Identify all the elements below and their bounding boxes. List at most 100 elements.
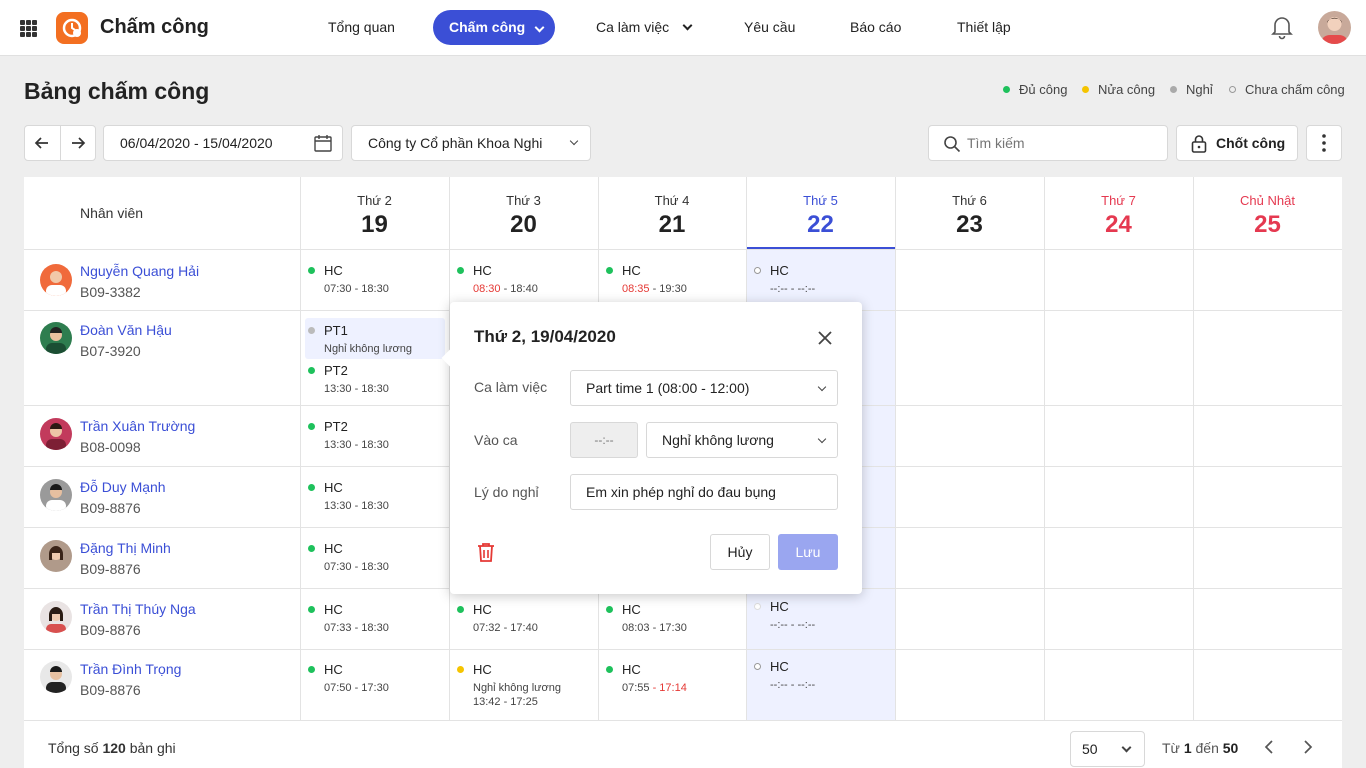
nav-requests[interactable]: Yêu cầu: [744, 10, 795, 45]
half-dot-icon: [457, 666, 464, 673]
shift-code: PT2: [324, 419, 348, 434]
shift-time: 13:42 - 17:25: [473, 696, 538, 708]
date-range-value: 06/04/2020 - 15/04/2020: [120, 135, 273, 151]
checkin-time-input[interactable]: --:--: [570, 422, 638, 458]
full-dot-icon: [308, 545, 315, 552]
prev-page-icon[interactable]: [1262, 739, 1276, 755]
employee-name[interactable]: Trần Thị Thúy Nga: [80, 601, 196, 617]
avatar: [40, 264, 72, 296]
checkin-type-select[interactable]: Nghỉ không lương: [646, 422, 838, 458]
nav-settings[interactable]: Thiết lập: [957, 10, 1011, 45]
day-number: 25: [1254, 211, 1281, 238]
attendance-cell[interactable]: HC 07:30 - 18:30: [308, 263, 389, 295]
nav-shifts-label: Ca làm việc: [596, 19, 670, 35]
more-options-button[interactable]: [1306, 125, 1342, 161]
date-nav-group: [24, 125, 96, 161]
legend-item: Đủ công: [1003, 82, 1067, 97]
attendance-cell[interactable]: HC 08:35 - 19:30: [606, 263, 687, 295]
full-dot-icon: [1003, 86, 1010, 93]
attendance-cell[interactable]: HC --:-- - --:--: [754, 659, 815, 691]
calendar-icon: [314, 135, 332, 152]
search-input[interactable]: [967, 132, 1157, 154]
day-number: 19: [361, 211, 388, 238]
attendance-cell[interactable]: HC 07:32 - 17:40: [457, 602, 538, 634]
nav-shifts[interactable]: Ca làm việc: [596, 10, 693, 45]
shift-select[interactable]: Part time 1 (08:00 - 12:00): [570, 370, 838, 406]
shift-time: 07:30 - 18:30: [324, 283, 389, 295]
total-records: Tổng số 120 bản ghi: [48, 740, 176, 756]
attendance-cell[interactable]: HC 08:30 - 18:40: [457, 263, 538, 295]
close-icon[interactable]: [817, 330, 833, 346]
legend-label: Đủ công: [1019, 82, 1068, 97]
save-button[interactable]: Lưu: [778, 534, 838, 570]
nav-overview[interactable]: Tổng quan: [328, 10, 395, 45]
employee-name[interactable]: Nguyễn Quang Hải: [80, 263, 199, 279]
avatar: [40, 661, 72, 693]
shift-time: 08:03 - 17:30: [622, 622, 687, 634]
shift-code: HC: [324, 541, 343, 556]
app-grid-icon[interactable]: [20, 20, 37, 37]
employee-code: B09-8876: [80, 622, 141, 638]
search-field: [928, 125, 1168, 161]
shift-code: HC: [770, 659, 789, 674]
full-dot-icon: [457, 267, 464, 274]
checkout-time: - 18:40: [500, 283, 538, 295]
next-page-icon[interactable]: [1301, 739, 1315, 755]
chevron-down-icon: [534, 22, 545, 33]
attendance-cell[interactable]: HC --:-- - --:--: [754, 599, 815, 631]
company-select[interactable]: Công ty Cổ phần Khoa Nghi: [351, 125, 591, 161]
off-dot-icon: [1170, 86, 1177, 93]
page-range: Từ 1 đến 50: [1162, 740, 1239, 756]
off-dot-icon: [308, 327, 315, 334]
nav-attendance[interactable]: Chấm công: [433, 10, 556, 45]
cancel-button[interactable]: Hủy: [710, 534, 770, 570]
attendance-cell[interactable]: HC Nghỉ không lương 13:42 - 17:25: [457, 662, 561, 708]
next-period-button[interactable]: [61, 126, 96, 160]
shift-code: HC: [324, 263, 343, 278]
early-checkout-time: - 17:14: [649, 682, 687, 694]
legend-label: Nửa công: [1098, 82, 1156, 97]
date-range-picker[interactable]: 06/04/2020 - 15/04/2020: [103, 125, 343, 161]
lock-attendance-button[interactable]: Chốt công: [1176, 125, 1298, 161]
attendance-cell[interactable]: PT2 13:30 - 18:30: [308, 419, 389, 451]
employee-name[interactable]: Đỗ Duy Mạnh: [80, 479, 166, 495]
day-label: Thứ 3: [506, 193, 541, 208]
employee-column-header: Nhân viên: [80, 205, 144, 221]
prev-period-button[interactable]: [25, 126, 60, 160]
shift-value: Part time 1 (08:00 - 12:00): [586, 380, 750, 396]
attendance-cell[interactable]: HC 07:33 - 18:30: [308, 602, 389, 634]
attendance-cell[interactable]: HC 08:03 - 17:30: [606, 602, 687, 634]
full-dot-icon: [457, 606, 464, 613]
employee-name[interactable]: Trần Đình Trọng: [80, 661, 181, 677]
reason-input[interactable]: Em xin phép nghỉ do đau bụng: [570, 474, 838, 510]
shift-time: --:-- - --:--: [770, 679, 816, 691]
employee-name[interactable]: Đoàn Văn Hậu: [80, 322, 172, 338]
attendance-cell[interactable]: HC --:-- - --:--: [754, 263, 815, 295]
employee-code: B08-0098: [80, 439, 141, 455]
popup-title: Thứ 2, 19/04/2020: [474, 327, 616, 346]
nav-reports[interactable]: Báo cáo: [850, 10, 901, 45]
employee-name[interactable]: Đặng Thị Minh: [80, 540, 171, 556]
employee-code: B09-8876: [80, 500, 141, 516]
attendance-cell[interactable]: HC 07:55 - 17:14: [606, 662, 687, 694]
attendance-cell[interactable]: HC 07:50 - 17:30: [308, 662, 389, 694]
shift-code: HC: [622, 263, 641, 278]
attendance-cell[interactable]: HC 13:30 - 18:30: [308, 480, 389, 512]
user-avatar[interactable]: [1318, 11, 1351, 44]
page-size-select[interactable]: 50: [1070, 731, 1145, 767]
employee-name[interactable]: Trần Xuân Trường: [80, 418, 195, 434]
chevron-down-icon: [1121, 742, 1132, 753]
chevron-down-icon: [682, 20, 693, 31]
pending-dot-icon: [754, 603, 761, 610]
avatar: [40, 479, 72, 511]
attendance-cell[interactable]: HC 07:30 - 18:30: [308, 541, 389, 573]
bell-icon[interactable]: [1270, 14, 1294, 45]
pending-dot-icon: [754, 663, 761, 670]
trash-icon[interactable]: [476, 541, 496, 563]
app-logo: [56, 12, 88, 44]
shift-time: --:-- - --:--: [770, 619, 816, 631]
shift-code: HC: [622, 662, 641, 677]
attendance-cell[interactable]: PT1 Nghỉ không lương PT2 13:30 - 18:30: [308, 323, 412, 395]
reason-label: Lý do nghỉ: [474, 484, 539, 500]
page-size-value: 50: [1082, 741, 1098, 757]
